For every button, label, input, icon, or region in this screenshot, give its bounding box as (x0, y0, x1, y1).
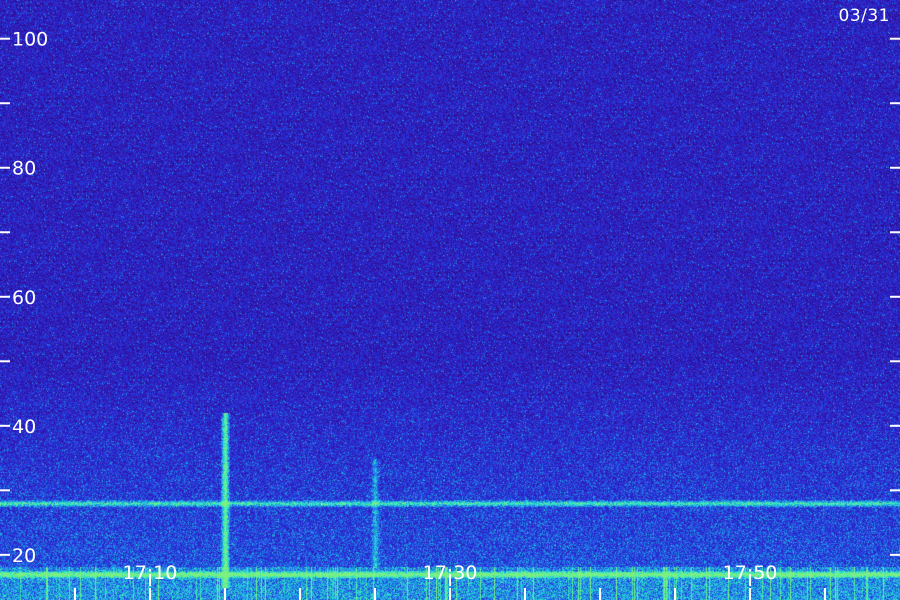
y-tick-label: 100 (12, 29, 48, 51)
x-tick-label: 17:30 (423, 562, 478, 584)
axis-overlay: 20 40 60 80 100 17:10 17:30 17:50 (0, 29, 900, 600)
x-tick-label: 17:10 (123, 562, 178, 584)
y-tick-label: 80 (12, 158, 36, 180)
x-tick-label: 17:50 (723, 562, 778, 584)
y-tick-label: 40 (12, 416, 36, 438)
y-tick-label: 20 (12, 545, 36, 567)
y-tick-label: 60 (12, 287, 36, 309)
date-label: 03/31 (838, 6, 890, 26)
